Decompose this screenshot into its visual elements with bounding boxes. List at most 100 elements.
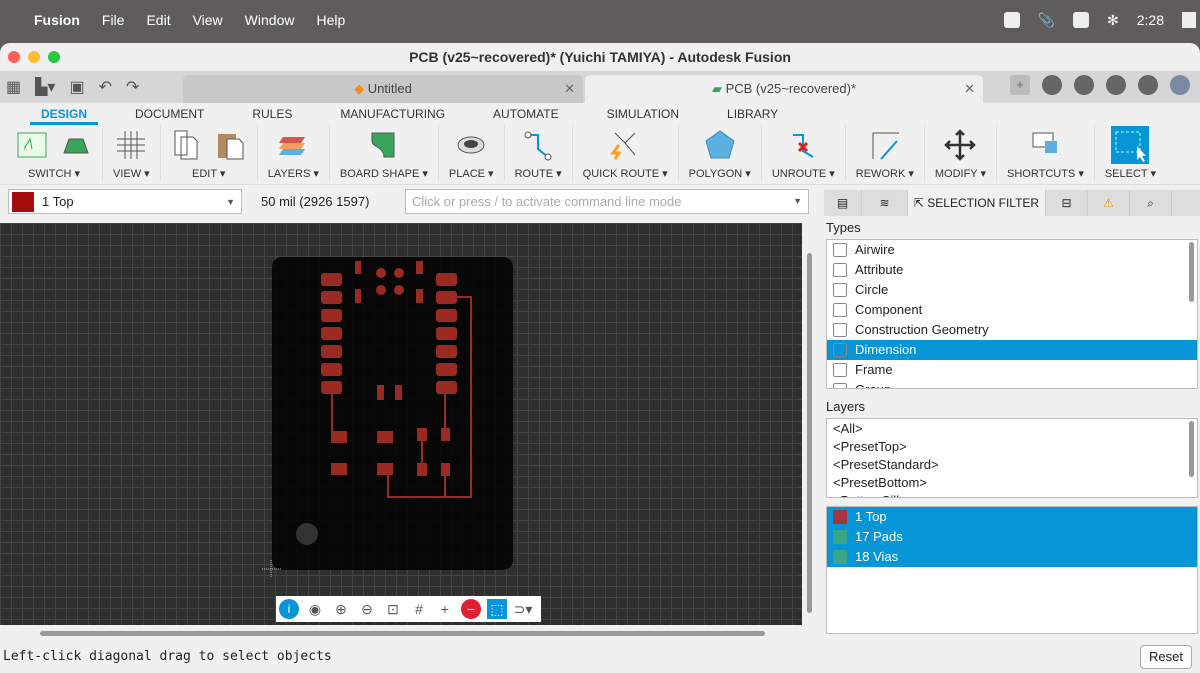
pcb-canvas[interactable]	[0, 223, 802, 625]
zoom-out-icon[interactable]: ⊖	[357, 599, 377, 619]
notifications-icon[interactable]	[1106, 75, 1126, 95]
switch-group[interactable]: SWITCH ▾	[6, 125, 103, 181]
modify-group[interactable]: MODIFY ▾	[925, 125, 998, 181]
vertical-scrollbar[interactable]	[802, 223, 818, 625]
move-icon[interactable]	[944, 129, 977, 161]
save-icon[interactable]: ▣	[69, 77, 84, 97]
edit-group[interactable]: EDIT ▾	[161, 125, 258, 181]
eye-icon[interactable]: ◉	[305, 599, 325, 619]
select-icon[interactable]	[1111, 126, 1150, 164]
menu-window[interactable]: Window	[245, 12, 295, 28]
type-item[interactable]: Component	[827, 300, 1197, 320]
menu-help[interactable]: Help	[316, 12, 345, 28]
schematic-icon[interactable]	[16, 129, 48, 161]
menu-edit[interactable]: Edit	[146, 12, 170, 28]
menu-app[interactable]: Fusion	[34, 12, 80, 28]
info-icon[interactable]: i	[279, 599, 299, 619]
apps-grid-icon[interactable]: ▦	[6, 77, 21, 97]
paste-icon[interactable]	[215, 129, 247, 161]
route-group[interactable]: ROUTE ▾	[505, 125, 573, 181]
tab-manufacturing[interactable]: MANUFACTURING	[329, 103, 456, 125]
type-item[interactable]: Attribute	[827, 260, 1197, 280]
layers-icon[interactable]	[277, 129, 309, 161]
close-tab-icon[interactable]: ✕	[964, 75, 975, 103]
unroute-group[interactable]: UNROUTE ▾	[762, 125, 846, 181]
tab-untitled[interactable]: ◆ Untitled ✕	[183, 75, 583, 103]
chevron-down-icon[interactable]: ▼	[793, 190, 802, 213]
layers-group[interactable]: LAYERS ▾	[258, 125, 330, 181]
polygon-icon[interactable]	[704, 129, 736, 161]
route-style-icon[interactable]: ⊃▾	[513, 599, 533, 619]
place-group[interactable]: PLACE ▾	[439, 125, 505, 181]
tab-selection-filter[interactable]: ⇱ SELECTION FILTER	[908, 190, 1046, 216]
type-item[interactable]: Construction Geometry	[827, 320, 1197, 340]
layout-icon[interactable]	[1073, 12, 1090, 28]
type-item[interactable]: Airwire	[827, 240, 1197, 260]
presets-scrollbar[interactable]	[1189, 421, 1194, 477]
type-item[interactable]: Group	[827, 380, 1197, 388]
select-window-icon[interactable]: ⬚	[487, 599, 507, 619]
layer-dropdown[interactable]: 1 Top ▼	[8, 189, 242, 214]
tab-document[interactable]: DOCUMENT	[124, 103, 215, 125]
reset-button[interactable]: Reset	[1140, 645, 1192, 669]
tab-library[interactable]: LIBRARY	[716, 103, 789, 125]
polygon-group[interactable]: POLYGON ▾	[679, 125, 762, 181]
clock[interactable]: 2:28	[1137, 12, 1164, 28]
job-status-icon[interactable]	[1074, 75, 1094, 95]
select-group[interactable]: SELECT ▾	[1095, 125, 1166, 181]
zoom-in-icon[interactable]: ⊕	[331, 599, 351, 619]
place-icon[interactable]	[455, 129, 487, 161]
rework-icon[interactable]	[869, 129, 901, 161]
layer-item[interactable]: 18 Vias	[827, 547, 1197, 567]
preset-item[interactable]: <BottomSilk>	[827, 492, 1197, 497]
drive-icon[interactable]	[1003, 12, 1020, 28]
tree-tab-icon[interactable]: ⊟	[1046, 190, 1088, 216]
command-line-input[interactable]: Click or press / to activate command lin…	[405, 189, 809, 214]
display-icon[interactable]	[1182, 12, 1196, 28]
stop-icon[interactable]: −	[461, 599, 481, 619]
type-item[interactable]: Circle	[827, 280, 1197, 300]
layer-presets-list[interactable]: <All> <PresetTop> <PresetStandard> <PresetB…	[826, 418, 1198, 498]
redo-icon[interactable]: ↷	[126, 77, 139, 97]
inspect-tab-icon[interactable]: ⌕	[1130, 190, 1172, 216]
board-shape-icon[interactable]	[368, 129, 400, 161]
paperclip-icon[interactable]: 📎	[1038, 12, 1055, 29]
layer-item[interactable]: 1 Top	[827, 507, 1197, 527]
tab-pcb[interactable]: ▰ PCB (v25~recovered)* ✕	[585, 75, 983, 103]
shortcuts-icon[interactable]	[1029, 129, 1061, 161]
types-scrollbar[interactable]	[1189, 242, 1194, 302]
quick-route-icon[interactable]	[609, 129, 641, 161]
view-group[interactable]: VIEW ▾	[103, 125, 161, 181]
unroute-icon[interactable]	[787, 129, 819, 161]
type-item[interactable]: Frame	[827, 360, 1197, 380]
extensions-icon[interactable]	[1042, 75, 1062, 95]
zoom-window-button[interactable]	[48, 51, 60, 63]
close-window-button[interactable]	[8, 51, 20, 63]
layers-list[interactable]: 1 Top 17 Pads 18 Vias	[826, 506, 1198, 634]
undo-icon[interactable]: ↶	[99, 77, 112, 97]
type-item[interactable]: Dimension	[827, 340, 1197, 360]
chatgpt-icon[interactable]: ✻	[1107, 12, 1119, 29]
copy-icon[interactable]	[171, 129, 203, 161]
avatar[interactable]	[1170, 75, 1190, 95]
preset-item[interactable]: <PresetBottom>	[827, 474, 1197, 492]
new-tab-button[interactable]: +	[1010, 75, 1030, 95]
tab-simulation[interactable]: SIMULATION	[596, 103, 690, 125]
preset-item[interactable]: <All>	[827, 420, 1197, 438]
quick-route-group[interactable]: QUICK ROUTE ▾	[573, 125, 679, 181]
tab-rules[interactable]: RULES	[241, 103, 303, 125]
tab-design[interactable]: DESIGN	[30, 103, 99, 125]
layer-item[interactable]: 17 Pads	[827, 527, 1197, 547]
grid-icon[interactable]: #	[409, 599, 429, 619]
board-icon[interactable]	[60, 129, 92, 161]
warning-tab-icon[interactable]: ⚠	[1088, 190, 1130, 216]
route-icon[interactable]	[522, 129, 554, 161]
types-list[interactable]: Airwire Attribute Circle Component Construct…	[826, 239, 1198, 389]
rework-group[interactable]: REWORK ▾	[846, 125, 925, 181]
properties-tab-icon[interactable]: ▤	[824, 190, 862, 216]
preset-item[interactable]: <PresetStandard>	[827, 456, 1197, 474]
crosshair-icon[interactable]: +	[435, 599, 455, 619]
menu-file[interactable]: File	[102, 12, 125, 28]
horizontal-scrollbar[interactable]	[0, 625, 818, 645]
zoom-fit-icon[interactable]: ⊡	[383, 599, 403, 619]
